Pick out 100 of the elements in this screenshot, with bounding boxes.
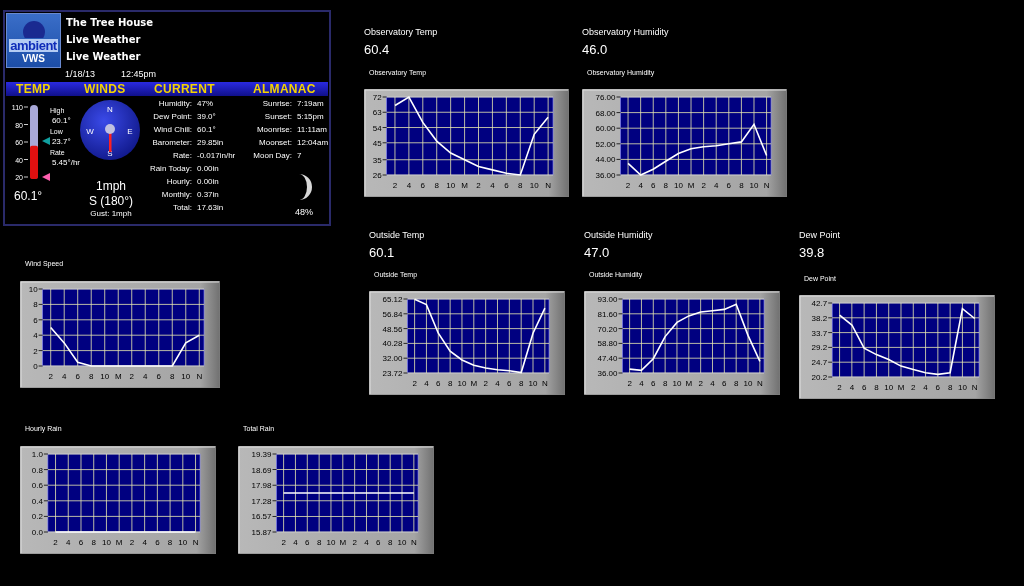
reading-value: 60.1° (197, 125, 217, 135)
compass-letter: N (107, 105, 113, 114)
reading-label: Wind Chill: (152, 125, 192, 135)
moon-illumination: 48% (295, 207, 313, 217)
axis-label: 8 (89, 372, 94, 381)
axis-label: 4 (293, 538, 298, 547)
sensor-label: Outside Temp (369, 230, 425, 240)
section-heading: CURRENT (153, 82, 216, 96)
axis-label: 0.2 (31, 512, 43, 522)
axis-label: 33.7 (811, 328, 828, 338)
axis-label: 4 (66, 538, 71, 547)
sensor-label: Dew Point (799, 230, 841, 240)
axis-label: 10 (743, 379, 753, 388)
axis-label: 4 (849, 383, 855, 392)
axis-label: 48.56 (382, 324, 403, 334)
almanac-value: 7:19am (297, 99, 325, 109)
axis-label: 44.00 (595, 155, 616, 165)
station-subtitle: Live Weather (66, 50, 142, 63)
axis-label: 4 (490, 181, 495, 190)
compass-letter: W (86, 127, 94, 136)
axis-label: N (196, 372, 203, 381)
axis-label: M (114, 372, 122, 381)
axis-label: 0.4 (31, 496, 43, 506)
wind-direction: S (180°) (88, 194, 134, 209)
axis-label: N (763, 181, 770, 190)
almanac-label: Sunset: (263, 112, 292, 122)
axis-label: 4 (142, 538, 147, 547)
almanac-label: Moonrise: (255, 125, 292, 135)
axis-label: 2 (412, 379, 417, 388)
axis-label: 10 (181, 372, 191, 381)
axis-label: 10 (446, 181, 456, 190)
axis-label: 20.2 (811, 373, 828, 382)
reading-label: Barometer: (151, 138, 192, 148)
axis-label: M (339, 538, 347, 547)
axis-label: 8 (739, 181, 744, 190)
axis-label: N (410, 538, 417, 547)
axis-label: 6 (420, 181, 426, 190)
axis-label: 35 (372, 155, 382, 165)
axis-label: 2 (352, 538, 357, 547)
axis-label: 8 (518, 379, 524, 388)
axis-label: 58.80 (597, 339, 618, 349)
axis-label: 4 (639, 379, 644, 388)
axis-label: 4 (33, 331, 38, 341)
axis-label: 4 (424, 379, 429, 388)
axis-label: 47.40 (597, 354, 618, 364)
axis-label: 4 (923, 383, 928, 392)
almanac-value: 11:11am (297, 125, 328, 135)
axis-label: 65.12 (382, 295, 403, 304)
axis-label: 6 (436, 379, 441, 388)
sensor-reading: 46.0 (582, 42, 608, 57)
axis-label: 4 (143, 372, 148, 381)
axis-label: 0.6 (31, 481, 43, 491)
axis-label: 54 (372, 123, 382, 133)
date-text: 1/18/13 (65, 69, 96, 79)
reading-value: 0.00in (197, 164, 220, 174)
compass-letter: E (127, 127, 133, 136)
sensor-reading: 60.1 (369, 245, 395, 260)
current-temperature: 60.1° (13, 189, 44, 203)
almanac-value: 5:15pm (297, 112, 325, 122)
sensor-label: Outside Humidity (584, 230, 653, 240)
axis-label: 10 (529, 181, 539, 190)
reading-label: Humidity: (157, 99, 192, 109)
axis-label: 6 (156, 372, 161, 381)
axis-label: 23.72 (382, 369, 403, 378)
axis-label: 10 (884, 383, 894, 392)
axis-label: 4 (638, 181, 643, 190)
axis-label: 8 (733, 379, 739, 388)
axis-label: 6 (726, 181, 732, 190)
rate-marker-icon (42, 173, 50, 181)
axis-label: 60.00 (595, 124, 616, 134)
axis-label: 8 (518, 181, 523, 190)
axis-label: 10 (102, 538, 111, 547)
axis-label: 8 (447, 379, 453, 388)
axis-label: 93.00 (597, 295, 618, 304)
axis-label: 0.0 (31, 528, 43, 537)
station-subtitle: Live Weather (66, 33, 142, 46)
sensor-reading: 47.0 (584, 245, 610, 260)
axis-label: 2 (53, 538, 58, 547)
axis-label: 8 (170, 372, 175, 381)
axis-label: 17.98 (251, 481, 272, 491)
section-heading: ALMANAC (252, 82, 317, 96)
axis-label: 63 (372, 108, 382, 118)
axis-label: N (545, 181, 551, 190)
reading-label: Monthly: (160, 190, 192, 200)
axis-label: 10 (100, 372, 110, 381)
axis-label: 6 (651, 181, 656, 190)
axis-label: 2 (476, 181, 481, 190)
reading-value: 17.63in (197, 203, 225, 213)
axis-label: 6 (861, 383, 867, 392)
axis-label: 2 (483, 379, 488, 388)
axis-label: 52.00 (595, 139, 616, 149)
axis-label: 2 (837, 383, 842, 392)
axis-label: 45 (372, 138, 382, 148)
axis-label: 2 (698, 379, 703, 388)
axis-label: 8 (91, 538, 96, 547)
axis-label: 2 (625, 181, 631, 190)
wind-speed: 1mph (96, 179, 126, 194)
axis-label: N (192, 538, 199, 547)
reading-value: 29.85in (197, 138, 225, 148)
axis-label: 38.2 (811, 313, 828, 323)
